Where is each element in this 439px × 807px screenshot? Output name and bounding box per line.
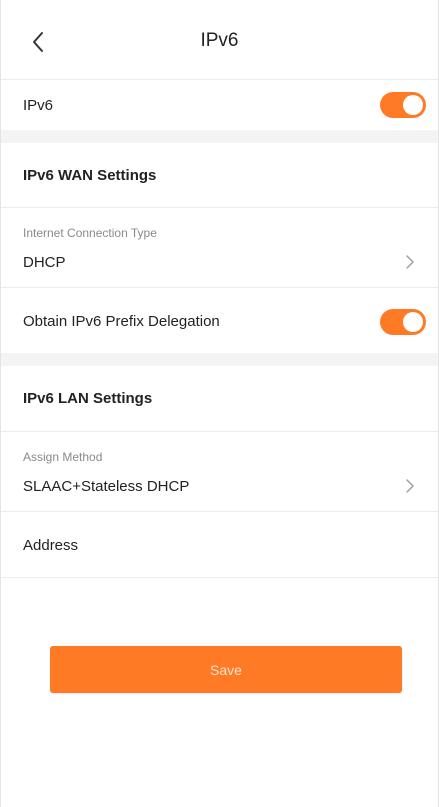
assign-method-label: Assign Method [23,450,103,464]
toggle-knob [403,95,423,115]
chevron-right-icon [406,255,414,269]
section-divider [1,353,438,366]
lan-section-header: IPv6 LAN Settings [1,366,438,432]
prefix-delegation-toggle[interactable] [380,309,426,335]
address-row[interactable]: Address [1,512,438,578]
connection-type-row[interactable]: Internet Connection Type DHCP [1,208,438,288]
prefix-delegation-label: Obtain IPv6 Prefix Delegation [23,313,220,330]
ipv6-toggle-label: IPv6 [23,97,54,114]
chevron-right-icon [406,479,414,493]
ipv6-toggle-switch[interactable] [380,92,426,118]
page-title: IPv6 [200,30,239,51]
ipv6-settings-screen: IPv6 IPv6 IPv6 WAN Settings Internet Con… [0,0,439,807]
connection-type-label: Internet Connection Type [23,226,157,240]
lan-section-title: IPv6 LAN Settings [23,390,153,407]
toggle-knob [403,312,423,332]
wan-section-header: IPv6 WAN Settings [1,143,438,208]
save-button[interactable]: Save [50,646,402,693]
assign-method-row[interactable]: Assign Method SLAAC+Stateless DHCP [1,432,438,512]
prefix-delegation-row: Obtain IPv6 Prefix Delegation [1,288,438,353]
wan-section-title: IPv6 WAN Settings [23,167,157,184]
ipv6-toggle-row: IPv6 [1,80,438,130]
connection-type-value: DHCP [23,254,66,271]
address-label: Address [23,537,79,554]
section-divider [1,130,438,143]
assign-method-value: SLAAC+Stateless DHCP [23,478,190,495]
header-bar: IPv6 [1,0,438,80]
